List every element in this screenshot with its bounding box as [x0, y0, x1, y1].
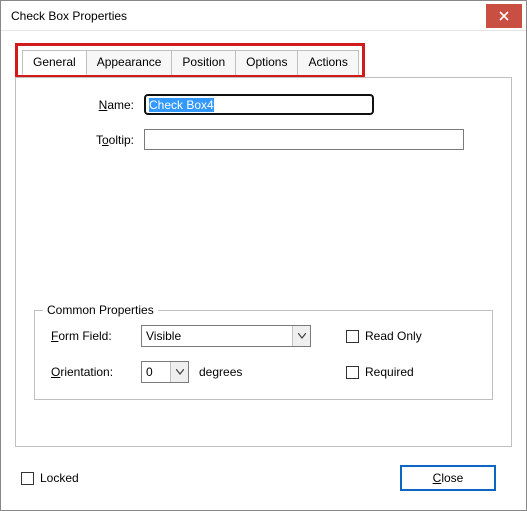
titlebar: Check Box Properties — [1, 1, 526, 31]
name-label: Name: — [34, 98, 144, 112]
locked-label: Locked — [40, 471, 79, 485]
readonly-checkbox[interactable] — [346, 330, 359, 343]
orientation-select[interactable]: 0 — [141, 361, 189, 383]
readonly-checkbox-group[interactable]: Read Only — [346, 329, 476, 343]
degrees-label: degrees — [199, 365, 242, 379]
form-field-label: Form Field: — [51, 329, 141, 343]
row-name: Name: — [34, 94, 493, 115]
row-form-field: Form Field: Visible Read Only — [51, 325, 476, 347]
tab-panel-general: Name: Tooltip: Common Properties Form Fi… — [15, 77, 512, 447]
orientation-label: Orientation: — [51, 365, 141, 379]
form-field-select[interactable]: Visible — [141, 325, 311, 347]
required-label: Required — [365, 365, 414, 379]
window-close-button[interactable] — [486, 4, 522, 28]
common-properties-legend: Common Properties — [43, 303, 158, 317]
row-tooltip: Tooltip: — [34, 129, 493, 150]
form-field-value: Visible — [142, 329, 292, 343]
tab-options[interactable]: Options — [235, 50, 298, 75]
locked-checkbox-group[interactable]: Locked — [21, 471, 79, 485]
required-checkbox[interactable] — [346, 366, 359, 379]
dialog-footer: Locked Close — [15, 455, 512, 491]
locked-checkbox[interactable] — [21, 472, 34, 485]
chevron-down-icon — [170, 362, 188, 382]
dialog-content: General Appearance Position Options Acti… — [1, 31, 526, 501]
tooltip-label: Tooltip: — [34, 133, 144, 147]
tabbar-highlight: General Appearance Position Options Acti… — [15, 43, 365, 78]
close-icon — [499, 11, 509, 21]
tab-position[interactable]: Position — [171, 50, 236, 75]
readonly-label: Read Only — [365, 329, 422, 343]
tab-appearance[interactable]: Appearance — [86, 50, 173, 75]
tooltip-input[interactable] — [144, 129, 464, 150]
orientation-value: 0 — [142, 365, 170, 379]
tabbar: General Appearance Position Options Acti… — [22, 50, 358, 75]
close-button[interactable]: Close — [400, 465, 496, 491]
chevron-down-icon — [292, 326, 310, 346]
required-checkbox-group[interactable]: Required — [346, 365, 476, 379]
tab-actions[interactable]: Actions — [297, 50, 358, 75]
common-properties-group: Common Properties Form Field: Visible Re… — [34, 310, 493, 400]
tab-general[interactable]: General — [22, 50, 87, 75]
name-input[interactable] — [144, 94, 374, 115]
row-orientation: Orientation: 0 degrees Required — [51, 361, 476, 383]
window-title: Check Box Properties — [11, 9, 127, 23]
